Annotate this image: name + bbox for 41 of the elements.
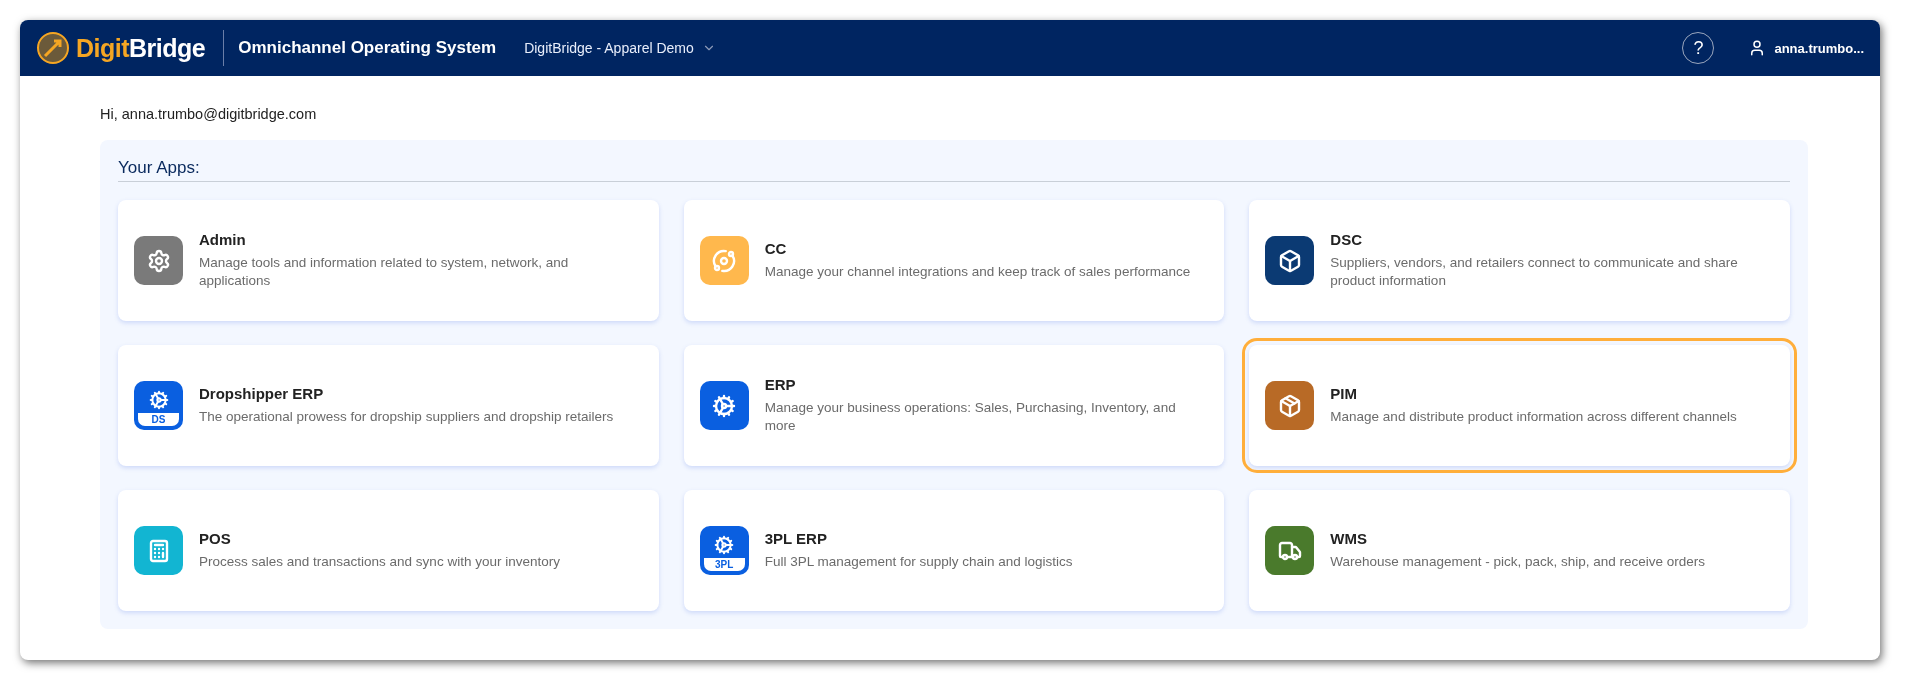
app-card[interactable]: Admin Manage tools and information related to system, network, and applications [118, 200, 659, 321]
app-description: Manage your channel integrations and keep track of sales performance [764, 263, 1191, 281]
section-heading: Your Apps: [118, 158, 1790, 182]
logo-wordmark: DigitBridge [76, 30, 225, 66]
app-description: Process sales and transactions and sync with your inventory [199, 553, 560, 571]
logo-icon [36, 31, 70, 65]
gear-icon [148, 389, 169, 410]
app-card[interactable]: WMS Warehouse management - pick, pack, ship, and receive orders [1249, 490, 1790, 611]
gear-icon [712, 393, 737, 418]
app-name: ERP [764, 376, 797, 394]
app-icon: DS [134, 381, 183, 430]
orbit-icon [712, 248, 737, 273]
app-card[interactable]: 3PL 3PL ERP Full 3PL management for supply chain and logistics [683, 490, 1225, 611]
app-card[interactable]: POS Process sales and transactions and sync with your inventory [118, 490, 659, 611]
app-card[interactable]: ERP Manage your business operations: Sales, Purchasing, Inventory, and more [683, 345, 1225, 466]
package-icon [1277, 393, 1302, 418]
app-description: Full 3PL management for supply chain and logistics [764, 553, 1073, 571]
app-name: CC [764, 240, 788, 258]
app-title: Omnichannel Operating System [238, 38, 497, 58]
app-name: 3PL ERP [764, 530, 828, 548]
app-name: WMS [1330, 530, 1368, 548]
app-name: Dropshipper ERP [199, 385, 325, 403]
user-menu[interactable]: anna.trumbo... [1748, 39, 1864, 57]
app-description: Manage tools and information related to system, network, and applications [199, 254, 570, 290]
cube-icon [1277, 248, 1302, 273]
app-icon: 3PL [699, 526, 749, 575]
workspace-dropdown[interactable]: DigitBridge - Apparel Demo [524, 40, 716, 56]
app-description: The operational prowess for dropship suppliers and dropship retailers [199, 408, 614, 426]
app-name: POS [199, 530, 232, 548]
gear-icon [714, 534, 735, 555]
app-card[interactable]: DSC Suppliers, vendors, and retailers connect to communicate and share product information [1249, 200, 1790, 321]
app-name: PIM [1330, 385, 1358, 403]
greeting-text: Hi, anna.trumbo@digitbridge.com [100, 106, 318, 122]
app-description: Manage your business operations: Sales, Purchasing, Inventory, and more [764, 399, 1177, 435]
app-name: Admin [199, 231, 247, 249]
app-name: DSC [1330, 231, 1363, 249]
app-card[interactable]: DS Dropshipper ERP The operational prowess for dropship suppliers and dropship retailers [118, 345, 659, 466]
app-description: Manage and distribute product information across different channels [1330, 408, 1737, 426]
app-card[interactable]: CC Manage your channel integrations and keep track of sales performance [683, 200, 1225, 321]
app-description: Warehouse management - pick, pack, ship, and receive orders [1330, 553, 1705, 571]
app-description: Suppliers, vendors, and retailers connect to communicate and share product information [1330, 254, 1739, 290]
